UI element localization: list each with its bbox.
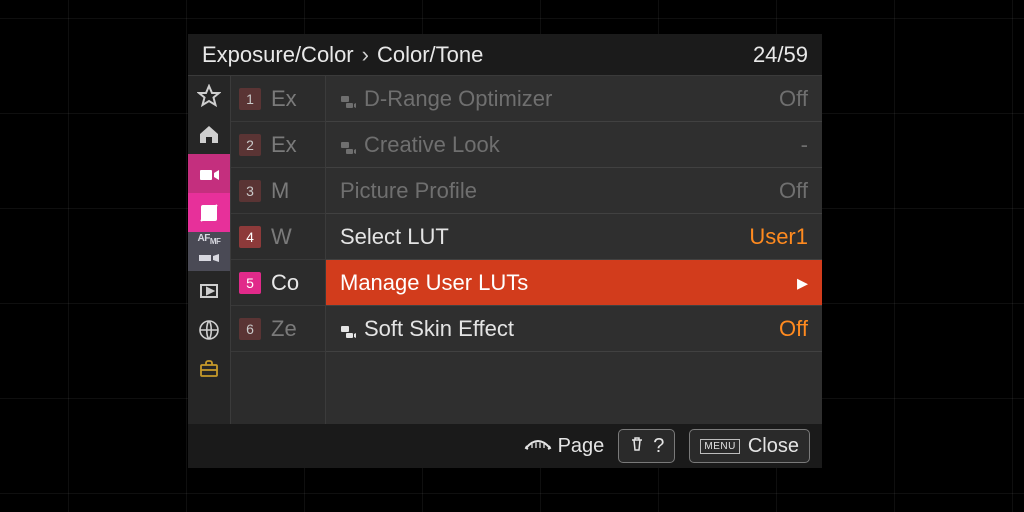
page-dial-icon (524, 435, 552, 458)
subnav-number: 1 (239, 88, 261, 110)
row-label: Select LUT (340, 224, 741, 250)
breadcrumb-current: Color/Tone (377, 42, 483, 68)
tab-column: AFMF (188, 76, 230, 424)
subnav-label: Co (271, 270, 299, 296)
network-tab-icon[interactable] (188, 310, 230, 349)
still-video-icon (340, 321, 356, 337)
chevron-right-icon: ▸ (797, 270, 808, 296)
row-value: Off (779, 316, 808, 342)
star-icon[interactable] (188, 76, 230, 115)
page-control[interactable]: Page (524, 435, 605, 458)
playback-tab-icon[interactable] (188, 271, 230, 310)
subnav-item-5[interactable]: 5 Co (231, 260, 325, 306)
row-soft-skin-effect[interactable]: Soft Skin Effect Off (326, 306, 822, 352)
row-label: Creative Look (364, 132, 793, 158)
chevron-right-icon: › (362, 42, 369, 68)
breadcrumb-header: Exposure/Color › Color/Tone 24/59 (188, 34, 822, 76)
row-empty (326, 352, 822, 398)
subnav-label: Ze (271, 316, 297, 342)
close-button[interactable]: MENU Close (689, 429, 810, 463)
row-picture-profile[interactable]: Picture Profile Off (326, 168, 822, 214)
briefcase-tab-icon[interactable] (188, 349, 230, 388)
row-manage-user-luts[interactable]: Manage User LUTs ▸ (326, 260, 822, 306)
help-label: ? (653, 435, 664, 458)
row-value: - (801, 132, 808, 158)
menu-body: AFMF 1 Ex 2 Ex 3M 4W 5 Co 6 Ze D-Range Optim… (188, 76, 822, 424)
subnav-item-3[interactable]: 3M (231, 168, 325, 214)
subnav-label: M (271, 178, 289, 204)
footer-bar: Page ? MENU Close (188, 424, 822, 468)
row-d-range-optimizer[interactable]: D-Range Optimizer Off (326, 76, 822, 122)
af-mf-tab-icon[interactable]: AFMF (188, 232, 230, 271)
camera-menu-screen: Exposure/Color › Color/Tone 24/59 AFMF 1… (188, 34, 822, 468)
help-button[interactable]: ? (618, 429, 675, 463)
exposure-tab-icon[interactable] (188, 193, 230, 232)
subnav-number: 3 (239, 180, 261, 202)
row-label: Soft Skin Effect (364, 316, 771, 342)
page-label: Page (558, 435, 605, 458)
page-counter: 24/59 (753, 42, 808, 68)
still-video-icon (340, 91, 356, 107)
row-creative-look[interactable]: Creative Look - (326, 122, 822, 168)
home-icon[interactable] (188, 115, 230, 154)
subnav-item-2[interactable]: 2 Ex (231, 122, 325, 168)
settings-list: D-Range Optimizer Off Creative Look - Pi… (326, 76, 822, 424)
row-value: Off (779, 178, 808, 204)
subnav-label: W (271, 224, 292, 250)
row-label: Manage User LUTs (340, 270, 789, 296)
subnav-item-6[interactable]: 6 Ze (231, 306, 325, 352)
breadcrumb-parent: Exposure/Color (202, 42, 354, 68)
video-tab-icon[interactable] (188, 154, 230, 193)
close-label: Close (748, 435, 799, 458)
row-label: D-Range Optimizer (364, 86, 771, 112)
subnav-label: Ex (271, 86, 297, 112)
row-label: Picture Profile (340, 178, 771, 204)
subnav-column: 1 Ex 2 Ex 3M 4W 5 Co 6 Ze (230, 76, 326, 424)
row-value: User1 (749, 224, 808, 250)
still-video-icon (340, 137, 356, 153)
subnav-number: 2 (239, 134, 261, 156)
subnav-number: 5 (239, 272, 261, 294)
subnav-number: 4 (239, 226, 261, 248)
breadcrumb: Exposure/Color › Color/Tone (202, 42, 483, 68)
row-select-lut[interactable]: Select LUT User1 (326, 214, 822, 260)
subnav-item-4[interactable]: 4W (231, 214, 325, 260)
row-value: Off (779, 86, 808, 112)
subnav-item-1[interactable]: 1 Ex (231, 76, 325, 122)
menu-badge: MENU (700, 439, 739, 454)
trash-icon (629, 435, 645, 458)
subnav-label: Ex (271, 132, 297, 158)
subnav-number: 6 (239, 318, 261, 340)
